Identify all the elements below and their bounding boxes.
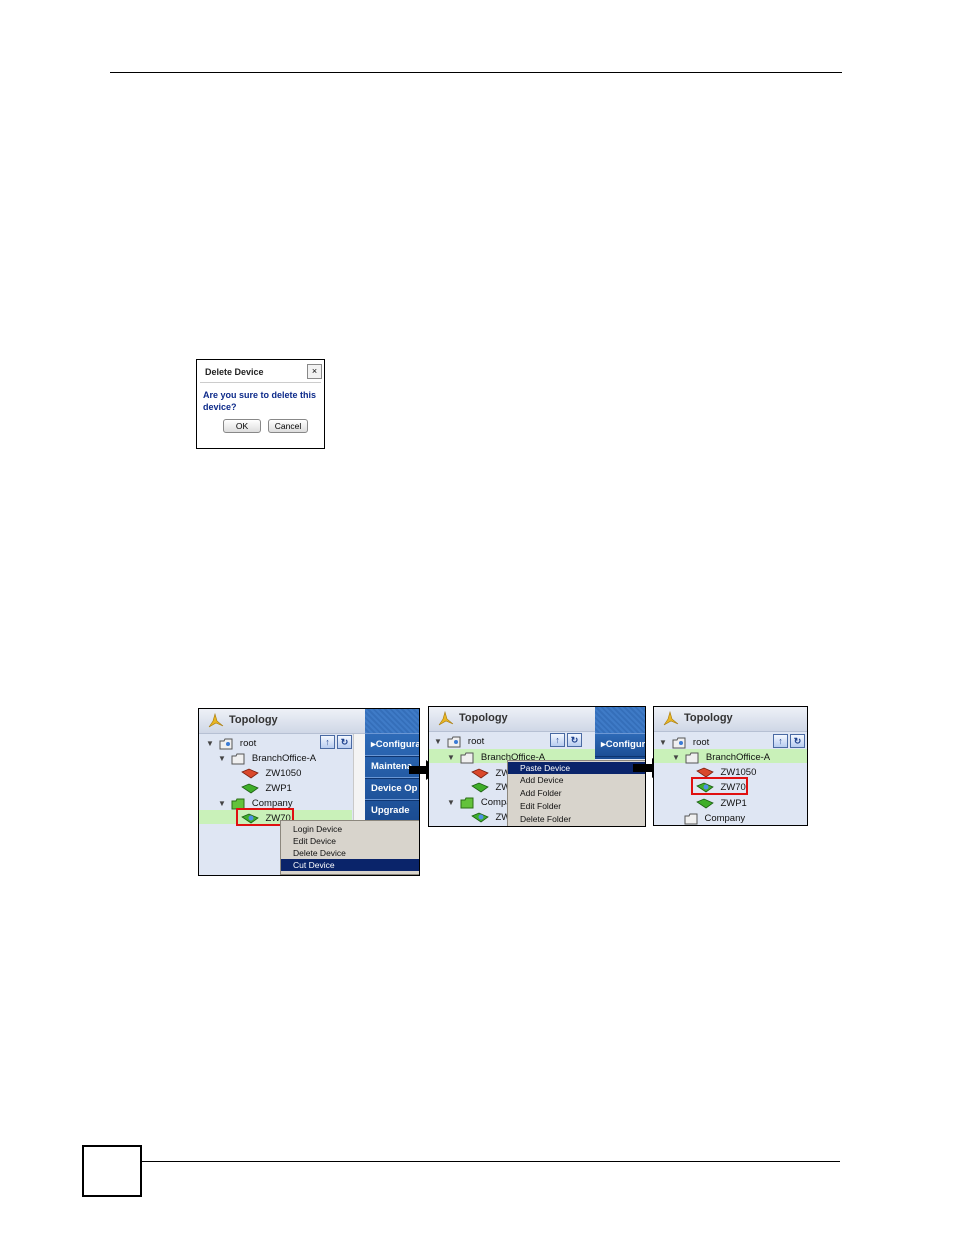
dialog-message: Are you sure to delete this device? xyxy=(203,390,317,412)
menu-item-add-folder[interactable]: Add Folder xyxy=(508,787,645,799)
expand-arrow-icon[interactable]: ▼ xyxy=(434,737,443,746)
tree-node-branch[interactable]: ▼ BranchOffice-A xyxy=(218,750,317,765)
topology-logo-icon xyxy=(208,712,224,728)
menu-item-edit-folder[interactable]: Edit Folder xyxy=(508,800,645,812)
expand-arrow-icon[interactable]: ▼ xyxy=(447,753,456,762)
panel-header: Topology xyxy=(429,707,595,732)
tree-node-label: ZW1050 xyxy=(265,768,302,780)
sidebar-item-configuration[interactable]: ▸Configura xyxy=(365,733,419,757)
sidebar-item-configuration[interactable]: ▸Configur xyxy=(595,733,645,757)
menu-item-login-device[interactable]: Login Device xyxy=(281,823,419,835)
dialog-title: Delete Device xyxy=(205,367,264,377)
device-online-icon xyxy=(471,812,489,823)
device-offline-icon xyxy=(471,768,489,779)
context-menu: Paste Device Add Device Add Folder Edit … xyxy=(507,760,645,826)
topology-panel-cut: Topology ▸Configura Maintena Device Op U… xyxy=(198,708,420,876)
expand-arrow-icon[interactable]: ▼ xyxy=(672,753,681,762)
tree-node-device[interactable]: ZW1050 xyxy=(696,764,756,778)
device-online-icon xyxy=(241,783,259,794)
topology-logo-icon xyxy=(663,710,679,726)
expand-arrow-icon[interactable]: ▼ xyxy=(659,738,668,747)
expand-arrow-icon[interactable]: ▼ xyxy=(218,754,227,763)
delete-device-dialog: Delete Device × Are you sure to delete t… xyxy=(196,359,325,449)
tree-node-label: Company xyxy=(704,813,746,825)
panel-header: Topology xyxy=(654,707,807,732)
tree-node-device[interactable]: ZW1050 xyxy=(241,765,301,779)
folder-icon xyxy=(219,738,233,750)
topology-logo-icon xyxy=(438,710,454,726)
expand-arrow-icon[interactable]: ▼ xyxy=(218,799,227,808)
tree-node-label: root xyxy=(692,737,710,749)
folder-icon xyxy=(672,737,686,749)
ok-button[interactable]: OK xyxy=(223,419,261,433)
tree-node-device[interactable]: ZW xyxy=(471,809,510,823)
expand-arrow-icon[interactable]: ▼ xyxy=(206,739,215,748)
tree-node-device[interactable]: ZWP1 xyxy=(241,780,292,794)
dialog-divider xyxy=(200,382,321,383)
up-level-button[interactable]: ↑ xyxy=(550,733,565,747)
sidebar-header xyxy=(365,709,419,733)
up-level-button[interactable]: ↑ xyxy=(773,734,788,748)
menu-item-add-device[interactable]: Add Device xyxy=(508,774,645,786)
tree-node-folder[interactable]: ▼ Company xyxy=(218,795,293,810)
device-online-icon xyxy=(471,782,489,793)
folder-icon xyxy=(685,752,699,764)
panel-title: Topology xyxy=(229,714,278,726)
tree-node-folder[interactable]: Company xyxy=(684,810,746,825)
header-rule xyxy=(110,72,842,73)
folder-icon xyxy=(684,813,698,825)
panel-title: Topology xyxy=(459,712,508,724)
refresh-button[interactable]: ↻ xyxy=(790,734,805,748)
expand-arrow-icon[interactable]: ▼ xyxy=(447,798,456,807)
menu-item-edit-device[interactable]: Edit Device xyxy=(281,835,419,847)
panel-title: Topology xyxy=(684,712,733,724)
sidebar: ▸Configur xyxy=(595,733,645,759)
tree-node-branch-selected[interactable]: ▼ BranchOffice-A xyxy=(672,749,771,764)
menu-item-cut-device[interactable]: Cut Device xyxy=(281,859,419,871)
topology-panel-result: Topology ↑ ↻ ▼ root ▼ BranchOffice-A ZW1… xyxy=(653,706,808,826)
tree-scrollbar[interactable] xyxy=(353,734,365,824)
tree-node-label: BranchOffice-A xyxy=(705,752,771,764)
selection-red-box xyxy=(691,777,748,795)
tree-node-label: root xyxy=(467,736,485,748)
tree-node-root[interactable]: ▼ root xyxy=(659,734,710,749)
menu-item-paste-device[interactable]: Paste Device xyxy=(508,762,645,774)
footer-rule xyxy=(140,1161,840,1162)
tree-node-device[interactable]: ZW xyxy=(471,765,510,779)
tree-node-label: ZWP1 xyxy=(720,798,747,810)
device-online-icon xyxy=(696,798,714,809)
tree-node-folder[interactable]: ▼ Compa xyxy=(447,794,512,809)
topology-panel-paste: Topology ▸Configur ↑ ↻ ▼ root ▼ BranchOf… xyxy=(428,706,646,827)
sidebar-item-device-operation[interactable]: Device Op xyxy=(365,777,419,801)
page-number-box xyxy=(82,1145,142,1197)
up-level-button[interactable]: ↑ xyxy=(320,735,335,749)
tree-node-device[interactable]: ZW xyxy=(471,779,510,793)
tree-node-label: root xyxy=(239,738,257,750)
tree-node-root[interactable]: ▼ root xyxy=(434,733,485,748)
panel-header: Topology xyxy=(199,709,365,734)
folder-icon xyxy=(231,753,245,765)
refresh-button[interactable]: ↻ xyxy=(567,733,582,747)
folder-icon xyxy=(460,752,474,764)
tree-node-device[interactable]: ZWP1 xyxy=(696,795,747,809)
menu-item-delete-device[interactable]: Delete Device xyxy=(281,847,419,859)
close-icon[interactable]: × xyxy=(307,364,322,379)
sidebar-header xyxy=(595,707,645,733)
tree-node-root[interactable]: ▼ root xyxy=(206,735,257,750)
folder-icon xyxy=(447,736,461,748)
tree-node-label: ZWP1 xyxy=(265,783,292,795)
context-menu: Login Device Edit Device Delete Device C… xyxy=(280,820,419,875)
folder-icon xyxy=(460,797,474,809)
menu-item-delete-folder[interactable]: Delete Folder xyxy=(508,813,645,825)
tree-node-label: BranchOffice-A xyxy=(251,753,317,765)
device-offline-icon xyxy=(241,768,259,779)
cancel-button[interactable]: Cancel xyxy=(268,419,308,433)
refresh-button[interactable]: ↻ xyxy=(337,735,352,749)
